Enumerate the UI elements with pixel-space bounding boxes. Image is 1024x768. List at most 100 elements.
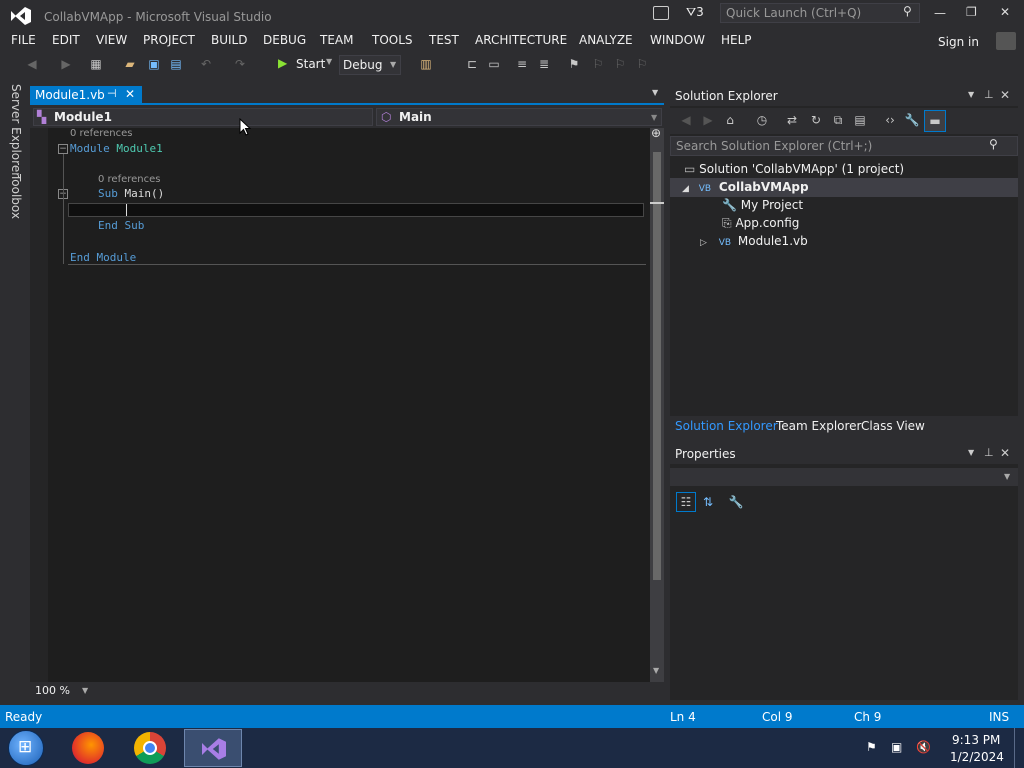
start-button[interactable]: ⊞ xyxy=(8,730,44,766)
volume-muted-icon[interactable]: 🔇 xyxy=(916,740,931,754)
tab-team-explorer[interactable]: Team Explorer xyxy=(776,419,862,433)
back-icon[interactable]: ◀ xyxy=(678,112,694,128)
panel-menu-icon[interactable]: ▼ xyxy=(968,90,974,99)
expanded-arrow-icon[interactable]: ◢ xyxy=(682,184,689,194)
forward-icon[interactable]: ▶ xyxy=(700,112,716,128)
menu-file[interactable]: FILE xyxy=(11,33,36,47)
sign-in-link[interactable]: Sign in xyxy=(938,35,979,49)
quick-launch-box[interactable]: Quick Launch (Ctrl+Q) ⚲ xyxy=(720,3,920,23)
comment-icon[interactable]: ≡ xyxy=(514,56,530,72)
property-pages-icon[interactable]: 🔧 xyxy=(728,494,744,510)
scroll-down-icon[interactable]: ▼ xyxy=(653,666,659,675)
split-icon[interactable]: ⊕ xyxy=(651,126,661,140)
panel-menu-icon[interactable]: ▼ xyxy=(968,448,974,457)
redo-icon[interactable]: ↷ xyxy=(232,56,248,72)
pin-icon[interactable]: ⊥ xyxy=(984,88,994,101)
server-explorer-tab[interactable]: Server Explorer xyxy=(9,84,23,177)
menu-team[interactable]: TEAM xyxy=(320,33,353,47)
sync-icon[interactable]: ⇄ xyxy=(784,112,800,128)
chrome-taskbar-icon[interactable] xyxy=(134,732,166,764)
prev-bookmark-icon[interactable]: ⚐ xyxy=(590,56,606,72)
start-debugging-button[interactable]: ▶ Start ▼ xyxy=(276,56,336,74)
scrollbar-thumb[interactable] xyxy=(653,152,661,580)
pin-icon[interactable]: ⊣ xyxy=(107,87,117,100)
editor-vertical-scrollbar[interactable]: ⊕ ▼ xyxy=(650,126,664,682)
undo-icon[interactable]: ↶ xyxy=(198,56,214,72)
find-in-files-icon[interactable]: ▥ xyxy=(418,56,434,72)
menu-architecture[interactable]: ARCHITECTURE xyxy=(475,33,567,47)
pin-icon[interactable]: ⊥ xyxy=(984,446,994,459)
alphabetical-icon[interactable]: ⇅ xyxy=(700,494,716,510)
close-window-button[interactable]: ✕ xyxy=(1000,5,1010,19)
properties-wrench-icon[interactable]: 🔧 xyxy=(904,112,920,128)
object-selector[interactable]: ▼ xyxy=(670,468,1018,486)
clock-date[interactable]: 1/2/2024 xyxy=(950,750,1004,764)
action-center-flag-icon[interactable]: ⚑ xyxy=(866,740,877,754)
uncomment-icon[interactable]: ≣ xyxy=(536,56,552,72)
solution-search-input[interactable]: Search Solution Explorer (Ctrl+;) xyxy=(676,139,872,153)
view-code-icon[interactable]: ‹› xyxy=(882,112,898,128)
network-icon[interactable]: ▣ xyxy=(891,740,902,754)
menu-analyze[interactable]: ANALYZE xyxy=(579,33,633,47)
close-panel-icon[interactable]: ✕ xyxy=(1000,446,1010,460)
quick-launch-input[interactable]: Quick Launch (Ctrl+Q) xyxy=(726,6,861,20)
tree-item-my-project[interactable]: 🔧 My Project xyxy=(722,198,803,212)
restore-button[interactable]: ❐ xyxy=(966,5,977,19)
show-all-files-icon[interactable]: ▤ xyxy=(852,112,868,128)
show-desktop-button[interactable] xyxy=(1014,728,1024,768)
firefox-taskbar-icon[interactable] xyxy=(72,732,104,764)
menu-build[interactable]: BUILD xyxy=(211,33,247,47)
collapsed-arrow-icon[interactable]: ▷ xyxy=(700,238,707,248)
minimize-button[interactable]: — xyxy=(934,6,946,20)
visual-studio-taskbar-icon[interactable] xyxy=(184,729,242,767)
clock-time[interactable]: 9:13 PM xyxy=(952,733,1000,747)
tab-overflow-icon[interactable]: ▼ xyxy=(652,88,658,97)
next-bookmark-icon[interactable]: ⚐ xyxy=(612,56,628,72)
close-panel-icon[interactable]: ✕ xyxy=(1000,88,1010,102)
close-tab-icon[interactable]: ✕ xyxy=(125,87,135,101)
zoom-dropdown[interactable]: 100 % ▼ xyxy=(32,683,92,699)
preview-selected-icon[interactable]: ▬ xyxy=(924,110,946,132)
refresh-icon[interactable]: ↻ xyxy=(808,112,824,128)
code-editor[interactable]: − − 0 references Module Module1 0 refere… xyxy=(30,128,650,682)
account-avatar-icon[interactable] xyxy=(996,32,1016,50)
tree-item-module1-vb[interactable]: ▷ VB Module1.vb xyxy=(700,234,808,248)
home-icon[interactable]: ⌂ xyxy=(722,112,738,128)
menu-help[interactable]: HELP xyxy=(721,33,752,47)
project-node[interactable]: ◢ VB CollabVMApp xyxy=(682,180,809,194)
menu-project[interactable]: PROJECT xyxy=(143,33,195,47)
align-icon[interactable]: ⊏ xyxy=(464,56,480,72)
codelens-references[interactable]: 0 references xyxy=(98,174,161,185)
menu-edit[interactable]: EDIT xyxy=(52,33,80,47)
solution-node[interactable]: ▭ Solution 'CollabVMApp' (1 project) xyxy=(684,162,904,176)
tab-solution-explorer[interactable]: Solution Explorer xyxy=(675,419,778,433)
save-icon[interactable]: ▣ xyxy=(146,56,162,72)
configuration-dropdown[interactable]: Debug ▼ xyxy=(339,55,401,75)
horizontal-scrollbar[interactable] xyxy=(98,686,638,694)
categorized-icon[interactable]: ☷ xyxy=(676,492,696,512)
menu-debug[interactable]: DEBUG xyxy=(263,33,306,47)
menu-window[interactable]: WINDOW xyxy=(650,33,705,47)
pending-changes-icon[interactable]: ◷ xyxy=(754,112,770,128)
save-all-icon[interactable]: ▤ xyxy=(168,56,184,72)
collapse-module-icon[interactable]: − xyxy=(58,144,68,154)
forward-icon[interactable]: ▶ xyxy=(58,56,74,72)
toolbox-tab[interactable]: Toolbox xyxy=(9,174,23,219)
new-project-icon[interactable]: ▦ xyxy=(88,56,104,72)
solution-search-box[interactable]: Search Solution Explorer (Ctrl+;) ⚲ xyxy=(670,136,1018,156)
collapse-all-icon[interactable]: ⧉ xyxy=(830,112,846,128)
tab-module1-vb[interactable]: Module1.vb ⊣ ✕ xyxy=(30,86,142,105)
back-icon[interactable]: ◀ xyxy=(24,56,40,72)
menu-view[interactable]: VIEW xyxy=(96,33,127,47)
menu-test[interactable]: TEST xyxy=(429,33,459,47)
feedback-icon[interactable] xyxy=(653,6,669,20)
clear-bookmarks-icon[interactable]: ⚐ xyxy=(634,56,650,72)
menu-tools[interactable]: TOOLS xyxy=(372,33,413,47)
tab-class-view[interactable]: Class View xyxy=(861,419,925,433)
bookmark-icon[interactable]: ⚑ xyxy=(566,56,582,72)
outline-icon[interactable]: ▭ xyxy=(486,56,502,72)
notification-flag[interactable]: ⛛3 xyxy=(686,5,704,20)
type-dropdown[interactable]: ▚ Module1 xyxy=(33,108,373,126)
member-dropdown[interactable]: ⬡ Main ▼ xyxy=(376,108,662,126)
tree-item-app-config[interactable]: ⎘ App.config xyxy=(722,216,799,231)
